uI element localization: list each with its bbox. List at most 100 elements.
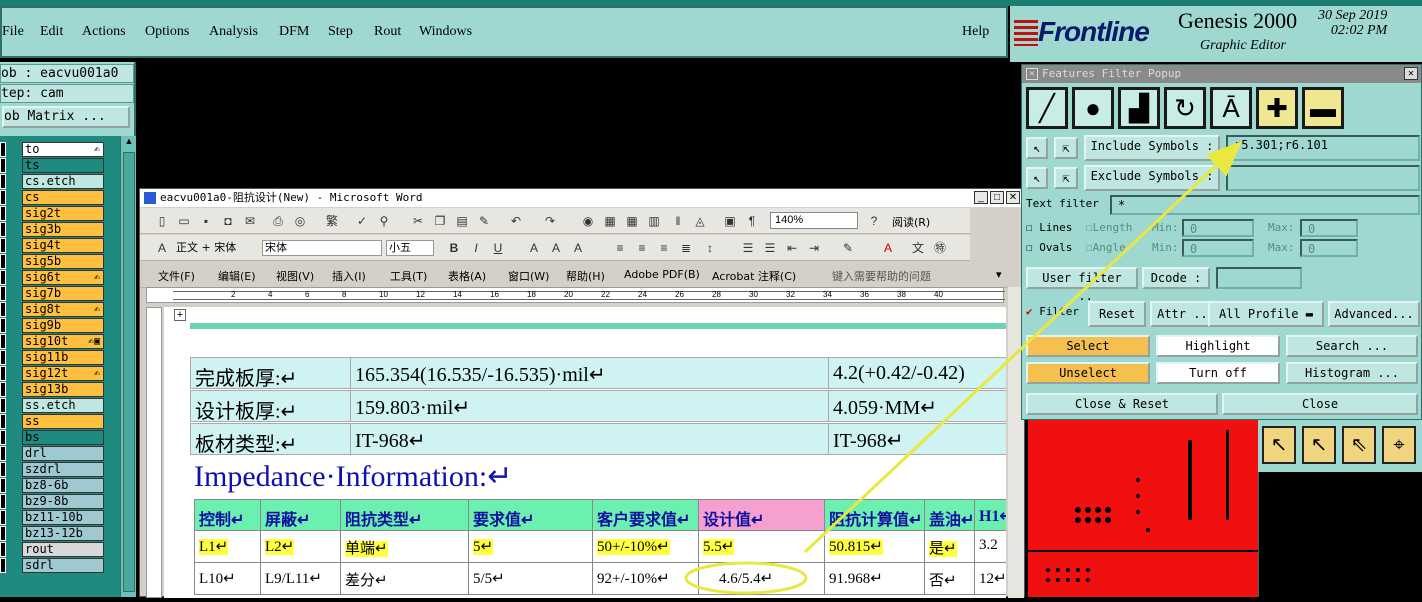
underline-icon[interactable]: U [490,240,506,256]
permission-icon[interactable]: ◘ [220,213,236,229]
decrease-indent-icon[interactable]: ⇤ [784,240,800,256]
menu-file[interactable]: File [2,24,24,40]
table-move-handle-icon[interactable]: + [174,309,186,321]
angle-checkbox[interactable]: ☐Angle [1086,241,1126,254]
user-filter-button[interactable]: User filter ... [1026,267,1138,303]
help-dropdown-icon[interactable]: ▾ [996,268,1002,281]
layer-item[interactable]: sig3b [22,222,104,237]
pointer-icon[interactable]: ↖ [1262,426,1296,464]
layer-item[interactable]: sig2t [22,206,104,221]
layer-item[interactable]: sig6t ✍ [22,270,104,285]
board-graphic-view[interactable] [1028,420,1258,597]
all-profile-select[interactable]: All Profile ▬ [1208,301,1324,327]
wmenu-help[interactable]: 帮助(H) [566,268,605,284]
dcode-button[interactable]: Dcode : [1142,267,1210,289]
zoom-select[interactable]: 140% [770,212,858,229]
positive-polarity-icon[interactable]: ✚ [1256,87,1298,129]
layer-affected-checkbox[interactable] [0,446,6,461]
spell-icon[interactable]: ✓ [354,213,370,229]
layer-item[interactable]: szdrl [22,462,104,477]
search-button[interactable]: Search ... [1286,335,1418,357]
document-map-icon[interactable]: ▣ [722,213,738,229]
phonetic-icon[interactable]: 文 [910,240,926,256]
redo-icon[interactable]: ↷ [542,213,558,229]
menu-windows[interactable]: Windows [419,24,472,40]
horizontal-ruler[interactable]: 2 4 6 8 10 12 14 16 18 20 22 24 26 28 30… [146,287,1005,303]
layer-affected-checkbox[interactable] [0,334,6,349]
menu-options[interactable]: Options [145,24,189,40]
close-reset-button[interactable]: Close & Reset [1026,393,1218,415]
open-icon[interactable]: ▭ [176,213,192,229]
arrow-icon[interactable]: ↖ [1026,167,1048,189]
layer-affected-checkbox[interactable] [0,318,6,333]
job-matrix-button[interactable]: ob Matrix ... [2,106,130,128]
numbering-icon[interactable]: ☰ [740,240,756,256]
char-scale-icon[interactable]: A [570,240,586,256]
layer-affected-checkbox[interactable] [0,206,6,221]
net-pointer-icon[interactable]: ⌖ [1382,426,1416,464]
layer-affected-checkbox[interactable] [0,222,6,237]
line-spacing-icon[interactable]: ↕ [702,240,718,256]
layer-affected-checkbox[interactable] [0,414,6,429]
ffp-close-icon[interactable]: ✕ [1404,67,1418,80]
bold-icon[interactable]: B [446,240,462,256]
paste-icon[interactable]: ▤ [454,213,470,229]
char-border-icon[interactable]: A [526,240,542,256]
layer-affected-checkbox[interactable] [0,270,6,285]
wmenu-insert[interactable]: 插入(I) [332,268,366,284]
enclose-char-icon[interactable]: ㊕ [932,240,948,256]
arrow-alt-icon[interactable]: ⇱ [1054,167,1078,189]
advanced-button[interactable]: Advanced... [1328,301,1420,327]
text-symbol-icon[interactable]: Ā [1210,87,1252,129]
align-right-icon[interactable]: ≡ [656,240,672,256]
wmenu-window[interactable]: 窗口(W) [508,268,549,284]
layer-item[interactable]: bs [22,430,104,445]
wmenu-view[interactable]: 视图(V) [276,268,314,284]
align-left-icon[interactable]: ≡ [612,240,628,256]
layer-item[interactable]: sig4t [22,238,104,253]
menu-actions[interactable]: Actions [82,24,126,40]
filter-toggle[interactable]: ✔ Filter [1026,305,1079,318]
layer-item[interactable]: bz9-8b [22,494,104,509]
wmenu-adobe-pdf[interactable]: Adobe PDF(B) [624,268,700,281]
align-center-icon[interactable]: ≡ [634,240,650,256]
menu-dfm[interactable]: DFM [279,24,309,40]
angle-min-field[interactable]: 0 [1182,239,1254,257]
ffp-menu-icon[interactable]: ✕ [1026,68,1038,80]
layer-item[interactable]: ts [22,158,104,173]
columns-icon[interactable]: ‖ [670,213,686,229]
layer-affected-checkbox[interactable] [0,302,6,317]
save-icon[interactable]: ▪ [198,213,214,229]
layer-affected-checkbox[interactable] [0,366,6,381]
scroll-up-icon[interactable]: ▲ [123,136,135,148]
layer-item[interactable]: sig10t ✍▣ [22,334,104,349]
cut-icon[interactable]: ✂ [410,213,426,229]
layer-affected-checkbox[interactable] [0,398,6,413]
wmenu-edit[interactable]: 编辑(E) [218,268,256,284]
layer-item[interactable]: cs [22,190,104,205]
layer-affected-checkbox[interactable] [0,558,6,573]
layer-item[interactable]: sig12t ✍ [22,366,104,381]
new-doc-icon[interactable]: ▯ [154,213,170,229]
menu-step[interactable]: Step [328,24,353,40]
layer-item[interactable]: ss.etch [22,398,104,413]
wmenu-acrobat[interactable]: Acrobat 注释(C) [712,268,796,284]
negative-polarity-icon[interactable]: ▬ [1302,87,1344,129]
drawing-icon[interactable]: ◬ [692,213,708,229]
layer-item[interactable]: bz13-12b [22,526,104,541]
exclude-symbols-button[interactable]: Exclude Symbols : [1084,165,1220,191]
dcode-field[interactable] [1216,267,1302,289]
highlight-icon[interactable]: ✎ [840,240,856,256]
select-pointer-icon[interactable]: ↖ [1302,426,1336,464]
insert-table-icon[interactable]: ▦ [624,213,640,229]
lasso-pointer-icon[interactable]: ⇖ [1342,426,1376,464]
style-select[interactable]: 正文 + 宋体 [176,240,256,256]
format-painter-icon[interactable]: ✎ [476,213,492,229]
styles-icon[interactable]: A [154,240,170,256]
layer-item[interactable]: bz8-6b [22,478,104,493]
traditional-chinese-icon[interactable]: 繁 [324,213,340,229]
layer-affected-checkbox[interactable] [0,190,6,205]
highlight-button[interactable]: Highlight [1156,335,1280,357]
layer-affected-checkbox[interactable] [0,350,6,365]
layer-item[interactable]: to ✍ [22,142,104,157]
